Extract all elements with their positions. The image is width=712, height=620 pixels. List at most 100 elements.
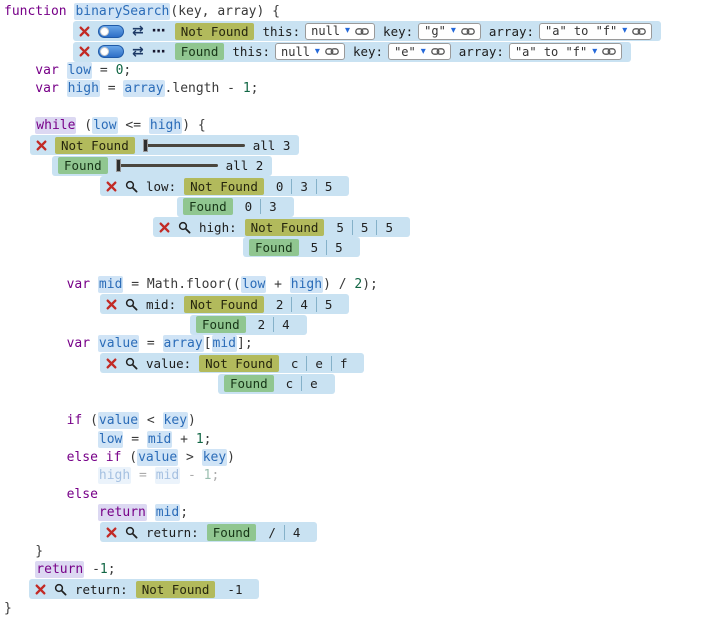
- widget-row: Foundall 2: [52, 156, 712, 176]
- ellipsis-icon[interactable]: ⋯: [152, 45, 167, 59]
- probe-value: e: [301, 376, 326, 391]
- probe-value: 5: [376, 220, 401, 235]
- close-icon[interactable]: [79, 26, 90, 37]
- widget-row: ⇄⋯Not Foundthis:null▾key:"g"▾array:"a" t…: [73, 21, 712, 41]
- status-badge: Found: [249, 239, 299, 256]
- code-token: [147, 505, 155, 520]
- probe-label: return:: [75, 582, 128, 597]
- code-token: high: [149, 117, 182, 134]
- link-icon[interactable]: [632, 27, 646, 36]
- close-icon[interactable]: [106, 358, 117, 369]
- param-label: this:: [262, 24, 300, 39]
- value-dropdown[interactable]: null▾: [305, 23, 375, 40]
- swap-arrows-icon[interactable]: ⇄: [132, 45, 144, 59]
- status-badge: Not Found: [184, 178, 264, 195]
- status-badge: Found: [207, 524, 257, 541]
- theseus-debugger-view: { "badges": { "nf": "Not Found", "f": "F…: [0, 0, 712, 620]
- link-icon[interactable]: [461, 27, 475, 36]
- probe-values: 24: [250, 317, 298, 332]
- link-icon[interactable]: [602, 47, 616, 56]
- widget-row: low:Not Found035: [100, 176, 712, 196]
- code-line: var value = array[mid];: [0, 335, 712, 353]
- link-icon[interactable]: [431, 47, 445, 56]
- code-token: ) /: [323, 277, 354, 292]
- value-dropdown[interactable]: "e"▾: [388, 43, 451, 60]
- magnifier-icon[interactable]: [125, 526, 138, 539]
- iteration-slider[interactable]: [143, 139, 245, 152]
- slider-track: [143, 144, 245, 147]
- dropdown-value: null: [311, 24, 340, 38]
- probe-values: 555: [328, 220, 401, 235]
- code-token: ;: [251, 81, 259, 96]
- close-icon[interactable]: [159, 222, 170, 233]
- toggle-switch[interactable]: [98, 45, 124, 58]
- toggle-knob: [100, 47, 109, 56]
- code-token: ;: [108, 562, 116, 577]
- close-icon[interactable]: [106, 299, 117, 310]
- probe-value: c: [278, 376, 302, 391]
- probe-value: e: [306, 356, 331, 371]
- dropdown-value: "a" to "f": [515, 45, 587, 59]
- close-icon[interactable]: [106, 181, 117, 192]
- code-token: low: [92, 117, 117, 134]
- close-icon[interactable]: [79, 46, 90, 57]
- status-badge: Found: [196, 316, 246, 333]
- code-line: high = mid - 1;: [0, 467, 712, 485]
- magnifier-icon[interactable]: [178, 221, 191, 234]
- code-token: ;: [212, 468, 220, 483]
- chevron-down-icon: ▾: [451, 26, 456, 36]
- value-dropdown[interactable]: "g"▾: [418, 23, 481, 40]
- loop-widget: Not Foundall 3: [30, 135, 299, 155]
- probe-values: 245: [268, 297, 341, 312]
- code-token: -: [180, 468, 203, 483]
- value-dropdown[interactable]: "a" to "f"▾: [539, 23, 652, 40]
- magnifier-icon[interactable]: [125, 298, 138, 311]
- status-badge: Not Found: [136, 581, 216, 598]
- close-icon[interactable]: [106, 527, 117, 538]
- value-dropdown[interactable]: null▾: [275, 43, 345, 60]
- code-token: ;: [180, 505, 188, 520]
- code-token: }: [35, 544, 43, 559]
- code-token: ): [227, 450, 235, 465]
- code-line: var low = 0;: [0, 62, 712, 80]
- link-icon[interactable]: [355, 27, 369, 36]
- probe-value: 5: [303, 240, 327, 255]
- close-icon[interactable]: [35, 584, 46, 595]
- ellipsis-icon[interactable]: ⋯: [152, 24, 167, 38]
- slider-thumb[interactable]: [116, 159, 121, 172]
- link-icon[interactable]: [325, 47, 339, 56]
- code-token: key: [202, 449, 227, 466]
- code-token: =: [131, 468, 154, 483]
- code-line: var high = array.length - 1;: [0, 80, 712, 98]
- magnifier-icon[interactable]: [125, 180, 138, 193]
- chevron-down-icon: ▾: [622, 26, 627, 36]
- widget-row: ⇄⋯Foundthis:null▾key:"e"▾array:"a" to "f…: [73, 42, 712, 62]
- code-token: mid: [147, 431, 172, 448]
- swap-arrows-icon[interactable]: ⇄: [132, 24, 144, 38]
- probe-values: -1: [219, 582, 250, 597]
- code-editor: function binarySearch(key, array) {⇄⋯Not…: [0, 0, 712, 618]
- code-line: return -1;: [0, 561, 712, 579]
- widget-row: Found03: [177, 196, 712, 216]
- code-token: );: [362, 277, 378, 292]
- code-token: array: [163, 335, 204, 352]
- probe-label: value:: [146, 356, 191, 371]
- magnifier-icon[interactable]: [125, 357, 138, 370]
- probe-values: cef: [283, 356, 356, 371]
- code-token: >: [178, 450, 201, 465]
- probe-widget: mid:Not Found245: [100, 294, 349, 314]
- probe-widget: Foundce: [218, 374, 335, 394]
- value-dropdown[interactable]: "a" to "f"▾: [509, 43, 622, 60]
- code-token: low: [67, 62, 92, 79]
- probe-values: ce: [278, 376, 326, 391]
- iteration-slider[interactable]: [116, 159, 218, 172]
- slider-thumb[interactable]: [143, 139, 148, 152]
- close-icon[interactable]: [36, 140, 47, 151]
- code-token: value: [98, 335, 139, 352]
- code-token: (: [121, 450, 137, 465]
- code-line: else if (value > key): [0, 449, 712, 467]
- code-token: (key, array) {: [170, 4, 280, 19]
- magnifier-icon[interactable]: [54, 583, 67, 596]
- toggle-switch[interactable]: [98, 25, 124, 38]
- code-line: }: [0, 543, 712, 561]
